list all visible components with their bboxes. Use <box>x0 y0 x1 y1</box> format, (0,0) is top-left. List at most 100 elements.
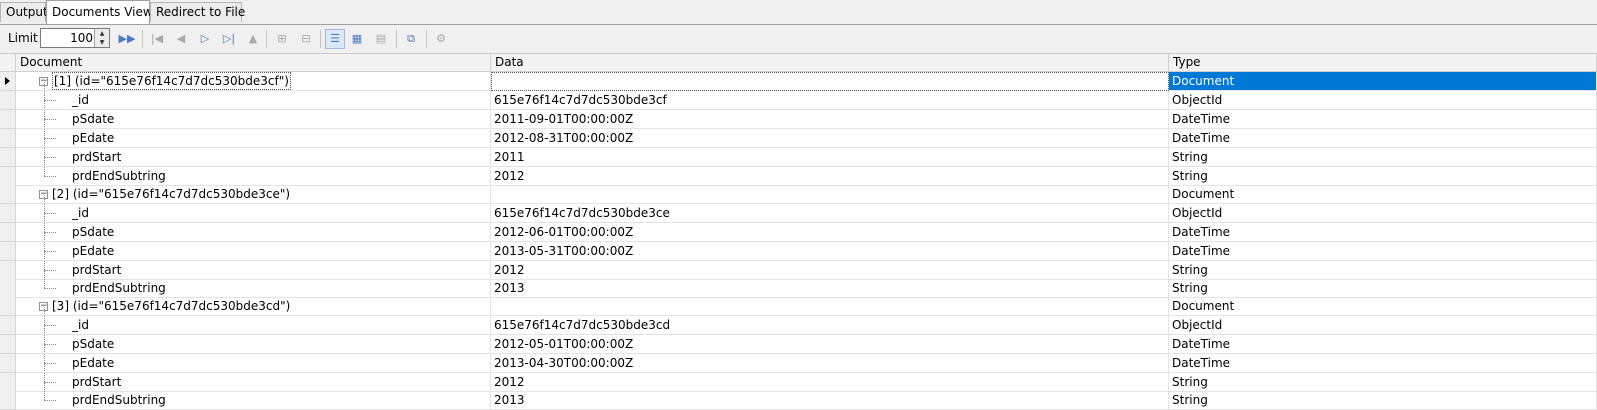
type-cell: String <box>1169 167 1597 186</box>
type-cell: DateTime <box>1169 242 1597 261</box>
data-cell: 2013 <box>491 391 1169 410</box>
tree-view-icon[interactable]: ☰ <box>325 29 345 49</box>
row-indicator <box>0 391 16 410</box>
type-cell: String <box>1169 391 1597 410</box>
data-cell: 2012-08-31T00:00:00Z <box>491 129 1169 148</box>
type-cell: ObjectId <box>1169 316 1597 335</box>
document-label: [1] (id="615e76f14c7d7dc530bde3cf") <box>52 72 291 90</box>
documents-tree-grid[interactable]: Document Data Type − [1] (id="615e76f14c7… <box>0 54 1597 410</box>
last-page-icon[interactable]: ▷| <box>219 29 239 49</box>
next-icon[interactable]: ▷ <box>195 29 215 49</box>
expand-all-icon[interactable]: ⊞ <box>272 29 292 49</box>
fetch-next-icon[interactable]: ▶▶ <box>117 29 137 49</box>
type-cell: ObjectId <box>1169 91 1597 110</box>
data-cell: 615e76f14c7d7dc530bde3cf <box>491 91 1169 110</box>
first-page-icon[interactable]: |◀ <box>147 29 167 49</box>
export-icon[interactable]: ⧉ <box>401 29 421 49</box>
row-indicator <box>0 204 16 223</box>
data-cell: 2012 <box>491 373 1169 392</box>
data-cell: 2011-09-01T00:00:00Z <box>491 110 1169 129</box>
row-indicator <box>0 297 16 316</box>
row-indicator <box>0 148 16 167</box>
limit-spinbox[interactable]: ▲ ▼ <box>40 28 110 48</box>
column-header-document[interactable]: Document <box>16 54 491 71</box>
row-indicator <box>0 335 16 354</box>
result-tabs: Output Documents View Redirect to File <box>0 0 1597 25</box>
toolbar-separator <box>426 30 427 48</box>
column-header-data[interactable]: Data <box>491 54 1169 71</box>
field-row[interactable]: _id 615e76f14c7d7dc530bde3cf ObjectId <box>0 91 1597 110</box>
field-row[interactable]: _id 615e76f14c7d7dc530bde3ce ObjectId <box>0 204 1597 223</box>
type-cell: String <box>1169 279 1597 298</box>
row-indicator <box>0 185 16 204</box>
field-row[interactable]: _id 615e76f14c7d7dc530bde3cd ObjectId <box>0 316 1597 335</box>
document-row[interactable]: − [1] (id="615e76f14c7d7dc530bde3cf") Doc… <box>0 72 1597 91</box>
toolbar-separator <box>266 30 267 48</box>
field-row[interactable]: prdStart 2012 String <box>0 261 1597 280</box>
spin-up-icon[interactable]: ▲ <box>94 29 109 38</box>
field-row[interactable]: pSdate 2012-05-01T00:00:00Z DateTime <box>0 335 1597 354</box>
data-cell: 2012-06-01T00:00:00Z <box>491 223 1169 242</box>
data-cell: 2012-05-01T00:00:00Z <box>491 335 1169 354</box>
row-indicator <box>0 129 16 148</box>
field-name: _id <box>72 93 89 107</box>
previous-icon[interactable]: ◀ <box>171 29 191 49</box>
type-cell: DateTime <box>1169 335 1597 354</box>
column-header-type[interactable]: Type <box>1169 54 1597 71</box>
field-name: pSdate <box>72 225 115 239</box>
field-row[interactable]: pEdate 2013-04-30T00:00:00Z DateTime <box>0 354 1597 373</box>
collapse-all-icon[interactable]: ⊟ <box>296 29 316 49</box>
tab-output[interactable]: Output <box>0 2 48 22</box>
settings-icon[interactable]: ⚙ <box>431 29 451 49</box>
field-name: prdStart <box>72 263 122 277</box>
field-row[interactable]: prdStart 2012 String <box>0 373 1597 392</box>
field-name: prdStart <box>72 375 122 389</box>
type-cell: Document <box>1169 297 1597 316</box>
type-cell: DateTime <box>1169 223 1597 242</box>
limit-input[interactable] <box>41 29 95 47</box>
document-row[interactable]: − [3] (id="615e76f14c7d7dc530bde3cd") Doc… <box>0 297 1597 316</box>
field-row[interactable]: pSdate 2011-09-01T00:00:00Z DateTime <box>0 110 1597 129</box>
tab-documents-view[interactable]: Documents View <box>46 0 153 24</box>
type-cell: DateTime <box>1169 110 1597 129</box>
type-cell: String <box>1169 261 1597 280</box>
row-indicator <box>0 373 16 392</box>
document-row[interactable]: − [2] (id="615e76f14c7d7dc530bde3ce") Doc… <box>0 185 1597 204</box>
field-name: _id <box>72 318 89 332</box>
field-name: pEdate <box>72 244 115 258</box>
field-row[interactable]: prdEndSubtring 2013 String <box>0 391 1597 410</box>
table-view-icon[interactable]: ▦ <box>347 29 367 49</box>
go-up-icon[interactable]: ▲ <box>243 29 263 49</box>
data-cell <box>491 185 1169 204</box>
row-indicator <box>0 167 16 186</box>
type-cell: String <box>1169 148 1597 167</box>
field-row[interactable]: prdStart 2011 String <box>0 148 1597 167</box>
row-indicator <box>0 91 16 110</box>
data-cell: 615e76f14c7d7dc530bde3ce <box>491 204 1169 223</box>
toolbar-separator <box>320 30 321 48</box>
tab-redirect-to-file[interactable]: Redirect to File <box>150 2 245 22</box>
field-row[interactable]: prdEndSubtring 2012 String <box>0 167 1597 186</box>
data-cell <box>491 297 1169 316</box>
limit-label: Limit <box>8 31 38 45</box>
data-cell: 615e76f14c7d7dc530bde3cd <box>491 316 1169 335</box>
row-indicator <box>0 110 16 129</box>
field-name: prdEndSubtring <box>72 393 166 407</box>
data-cell: 2012 <box>491 167 1169 186</box>
field-row[interactable]: prdEndSubtring 2013 String <box>0 279 1597 298</box>
type-cell: String <box>1169 373 1597 392</box>
documents-toolbar: Limit ▲ ▼ ▶▶ |◀ ◀ ▷ ▷| ▲ ⊞ ⊟ ☰ ▦ ▤ ⧉ ⚙ <box>0 25 1597 54</box>
data-cell <box>491 72 1169 91</box>
type-cell: Document <box>1169 72 1597 91</box>
data-cell: 2013-04-30T00:00:00Z <box>491 354 1169 373</box>
type-cell: Document <box>1169 185 1597 204</box>
text-view-icon[interactable]: ▤ <box>371 29 391 49</box>
field-row[interactable]: pEdate 2013-05-31T00:00:00Z DateTime <box>0 242 1597 261</box>
field-row[interactable]: pEdate 2012-08-31T00:00:00Z DateTime <box>0 129 1597 148</box>
field-name: pSdate <box>72 112 115 126</box>
type-cell: DateTime <box>1169 129 1597 148</box>
spin-down-icon[interactable]: ▼ <box>94 38 109 47</box>
row-indicator <box>0 242 16 261</box>
field-row[interactable]: pSdate 2012-06-01T00:00:00Z DateTime <box>0 223 1597 242</box>
field-name: prdStart <box>72 150 122 164</box>
